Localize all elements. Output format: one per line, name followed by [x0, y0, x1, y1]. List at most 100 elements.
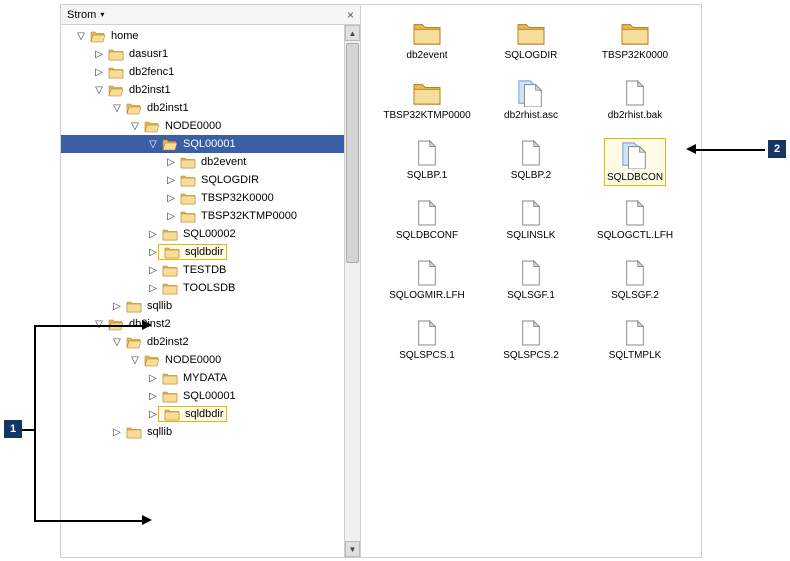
file-icon: [620, 141, 650, 169]
file-item-label: SQLSPCS.2: [503, 350, 559, 361]
file-icon: [516, 79, 546, 107]
arrow-expanded-icon[interactable]: ▽: [129, 355, 141, 366]
arrow-expanded-icon[interactable]: ▽: [111, 337, 123, 348]
callout-line: [22, 429, 34, 431]
dropdown-icon[interactable]: ▾: [100, 10, 104, 19]
arrow-collapsed-icon[interactable]: ▷: [165, 193, 177, 204]
close-icon[interactable]: ×: [347, 8, 354, 22]
file-item[interactable]: db2rhist.bak: [583, 75, 687, 135]
scroll-down-icon[interactable]: ▼: [345, 541, 360, 557]
file-item[interactable]: SQLOGCTL.LFH: [583, 195, 687, 255]
folder-icon: [162, 371, 178, 385]
tree-item[interactable]: ▽ NODE0000: [61, 351, 360, 369]
file-item[interactable]: SQLINSLK: [479, 195, 583, 255]
arrow-collapsed-icon[interactable]: ▷: [147, 391, 159, 402]
file-icon: [412, 319, 442, 347]
arrow-collapsed-icon[interactable]: ▷: [147, 229, 159, 240]
file-item[interactable]: db2rhist.asc: [479, 75, 583, 135]
tree-item[interactable]: ▷sqllib: [61, 297, 360, 315]
file-item-label: db2rhist.asc: [504, 110, 558, 121]
file-item[interactable]: SQLTMPLK: [583, 315, 687, 375]
callout-line: [34, 325, 36, 520]
tree-item[interactable]: ▷ sqllib: [61, 423, 360, 441]
file-item[interactable]: SQLDBCON: [583, 135, 687, 195]
tree-item[interactable]: ▷TBSP32KTMP0000: [61, 207, 360, 225]
tree-item-label: db2inst2: [145, 336, 189, 348]
tree-item[interactable]: ▽ db2inst2: [61, 333, 360, 351]
arrow-collapsed-icon[interactable]: ▷: [147, 373, 159, 384]
arrow-collapsed-icon[interactable]: ▷: [111, 427, 123, 438]
tree-item[interactable]: ▷SQL00001: [61, 387, 360, 405]
file-icon: [620, 199, 650, 227]
file-item-label: SQLOGCTL.LFH: [597, 230, 673, 241]
arrow-collapsed-icon[interactable]: ▷: [93, 49, 105, 60]
arrow-expanded-icon[interactable]: ▽: [93, 319, 105, 330]
arrow-expanded-icon[interactable]: ▽: [75, 31, 87, 42]
tree-item[interactable]: ▷TESTDB: [61, 261, 360, 279]
folder-icon: [144, 353, 160, 367]
arrow-collapsed-icon[interactable]: ▷: [147, 265, 159, 276]
callout-badge-2: 2: [768, 140, 786, 158]
file-item[interactable]: SQLOGDIR: [479, 15, 583, 75]
file-item[interactable]: SQLSPCS.2: [479, 315, 583, 375]
folder-icon: [162, 389, 178, 403]
scroll-thumb[interactable]: [346, 43, 359, 263]
tree-item-label: TBSP32K0000: [199, 192, 274, 204]
folder-tree: ▽home▷dasusr1▷db2fenc1▽db2inst1▽db2inst1…: [61, 25, 360, 443]
arrow-expanded-icon[interactable]: ▽: [147, 139, 159, 150]
file-item-label: TBSP32KTMP0000: [383, 110, 470, 121]
scroll-up-icon[interactable]: ▲: [345, 25, 360, 41]
tree-item[interactable]: ▷MYDATA: [61, 369, 360, 387]
tree-item[interactable]: ▽SQL00001: [61, 135, 360, 153]
tree-item[interactable]: ▷sqldbdir: [61, 405, 360, 423]
file-item-label: SQLINSLK: [507, 230, 556, 241]
tree-item[interactable]: ▽NODE0000: [61, 117, 360, 135]
tree-item[interactable]: ▽home: [61, 27, 360, 45]
arrow-collapsed-icon[interactable]: ▷: [93, 67, 105, 78]
arrow-icon: [142, 320, 152, 330]
tree-item[interactable]: ▷SQLOGDIR: [61, 171, 360, 189]
tree-item-label: db2inst1: [127, 84, 171, 96]
arrow-collapsed-icon[interactable]: ▷: [165, 175, 177, 186]
tree-item[interactable]: ▽ db2inst1: [61, 81, 360, 99]
file-item[interactable]: SQLSPCS.1: [375, 315, 479, 375]
arrow-expanded-icon[interactable]: ▽: [111, 103, 123, 114]
tree-item-label: sqllib: [145, 426, 172, 438]
arrow-collapsed-icon[interactable]: ▷: [165, 211, 177, 222]
tree-item-label: db2event: [199, 156, 246, 168]
folder-icon: [126, 425, 142, 439]
file-item[interactable]: db2event: [375, 15, 479, 75]
tree-item[interactable]: ▷ db2event: [61, 153, 360, 171]
file-item[interactable]: TBSP32KTMP0000: [375, 75, 479, 135]
tree-item[interactable]: ▷db2fenc1: [61, 63, 360, 81]
folder-icon: [162, 137, 178, 151]
folder-icon: [90, 29, 106, 43]
tree-item[interactable]: ▷ TBSP32K0000: [61, 189, 360, 207]
file-item[interactable]: SQLSGF.2: [583, 255, 687, 315]
arrow-collapsed-icon[interactable]: ▷: [147, 409, 159, 420]
tree-item[interactable]: ▷TOOLSDB: [61, 279, 360, 297]
folder-icon: [144, 119, 160, 133]
tree-item[interactable]: ▽db2inst1: [61, 99, 360, 117]
file-item-label: SQLSGF.1: [507, 290, 555, 301]
tree-item[interactable]: ▽db2inst2: [61, 315, 360, 333]
arrow-collapsed-icon[interactable]: ▷: [111, 301, 123, 312]
tree-item[interactable]: ▷SQL00002: [61, 225, 360, 243]
arrow-collapsed-icon[interactable]: ▷: [147, 283, 159, 294]
tree-item-label: sqldbdir: [183, 246, 224, 258]
scrollbar[interactable]: ▲ ▼: [344, 25, 360, 557]
arrow-expanded-icon[interactable]: ▽: [93, 85, 105, 96]
file-item[interactable]: SQLDBCONF: [375, 195, 479, 255]
tree-item[interactable]: ▷dasusr1: [61, 45, 360, 63]
folder-icon: [412, 19, 442, 47]
file-item[interactable]: SQLBP.1: [375, 135, 479, 195]
file-item[interactable]: SQLBP.2: [479, 135, 583, 195]
file-item[interactable]: TBSP32K0000: [583, 15, 687, 75]
arrow-expanded-icon[interactable]: ▽: [129, 121, 141, 132]
arrow-collapsed-icon[interactable]: ▷: [165, 157, 177, 168]
file-item[interactable]: SQLOGMIR.LFH: [375, 255, 479, 315]
arrow-collapsed-icon[interactable]: ▷: [147, 247, 159, 258]
tree-item[interactable]: ▷ sqldbdir: [61, 243, 360, 261]
file-item[interactable]: SQLSGF.1: [479, 255, 583, 315]
tree-item-label: NODE0000: [163, 354, 221, 366]
